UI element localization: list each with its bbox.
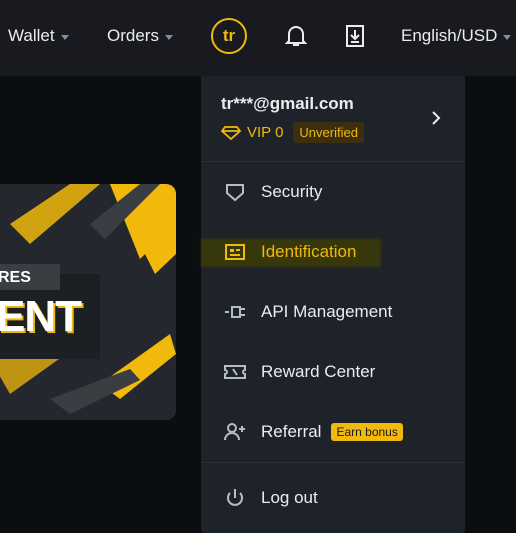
caret-down-icon <box>164 34 173 40</box>
language-label: English/USD <box>401 26 498 45</box>
menu-item-security[interactable]: Security <box>201 162 465 222</box>
account-email: tr***@gmail.com <box>221 94 354 113</box>
vip-row: VIP 0 Unverified <box>221 122 364 143</box>
caret-down-icon <box>503 34 512 40</box>
banner-text-small: RES <box>0 269 31 286</box>
menu-item-api-management[interactable]: API Management <box>201 282 465 342</box>
nav-orders-label: Orders <box>107 26 159 45</box>
menu-divider <box>201 462 465 463</box>
menu-item-identification-label: Identification <box>261 242 357 261</box>
menu-item-security-label: Security <box>261 182 323 201</box>
menu-item-identification[interactable]: Identification <box>201 222 465 282</box>
referral-label-text: Referral <box>261 422 322 441</box>
menu-item-logout-label: Log out <box>261 488 318 507</box>
nav-wallet[interactable]: Wallet <box>8 26 69 46</box>
download-icon[interactable] <box>345 24 365 53</box>
nav-orders[interactable]: Orders <box>107 26 173 46</box>
menu-item-logout[interactable]: Log out <box>201 468 465 528</box>
menu-item-reward-center[interactable]: Reward Center <box>201 342 465 402</box>
vip-level: VIP 0 <box>247 124 284 141</box>
diamond-icon <box>221 125 241 140</box>
ticket-icon <box>224 365 246 379</box>
menu-item-referral[interactable]: Referral Earn bonus <box>201 402 465 462</box>
verification-status-badge: Unverified <box>293 122 364 143</box>
api-key-icon <box>225 306 245 318</box>
menu-item-api-management-label: API Management <box>261 302 393 321</box>
menu-item-referral-label: Referral Earn bonus <box>261 422 403 442</box>
promo-banner[interactable]: RES ENT <box>0 184 176 420</box>
menu-item-reward-center-label: Reward Center <box>261 362 376 381</box>
top-navbar: Wallet Orders tr English/USD <box>0 0 516 76</box>
bell-icon[interactable] <box>284 24 308 53</box>
power-icon <box>227 489 243 506</box>
avatar[interactable]: tr <box>211 18 247 54</box>
language-selector[interactable]: English/USD <box>401 26 512 46</box>
account-dropdown-menu: tr***@gmail.com VIP 0 Unverified Securit… <box>201 76 465 533</box>
shield-icon <box>226 184 244 202</box>
id-card-icon <box>225 244 245 260</box>
earn-bonus-badge: Earn bonus <box>331 423 403 441</box>
add-user-icon <box>224 423 245 441</box>
banner-text-large: ENT <box>0 292 82 341</box>
account-header[interactable]: tr***@gmail.com VIP 0 Unverified <box>201 76 465 162</box>
nav-wallet-label: Wallet <box>8 26 55 45</box>
chevron-right-icon <box>432 111 441 125</box>
caret-down-icon <box>60 34 69 40</box>
